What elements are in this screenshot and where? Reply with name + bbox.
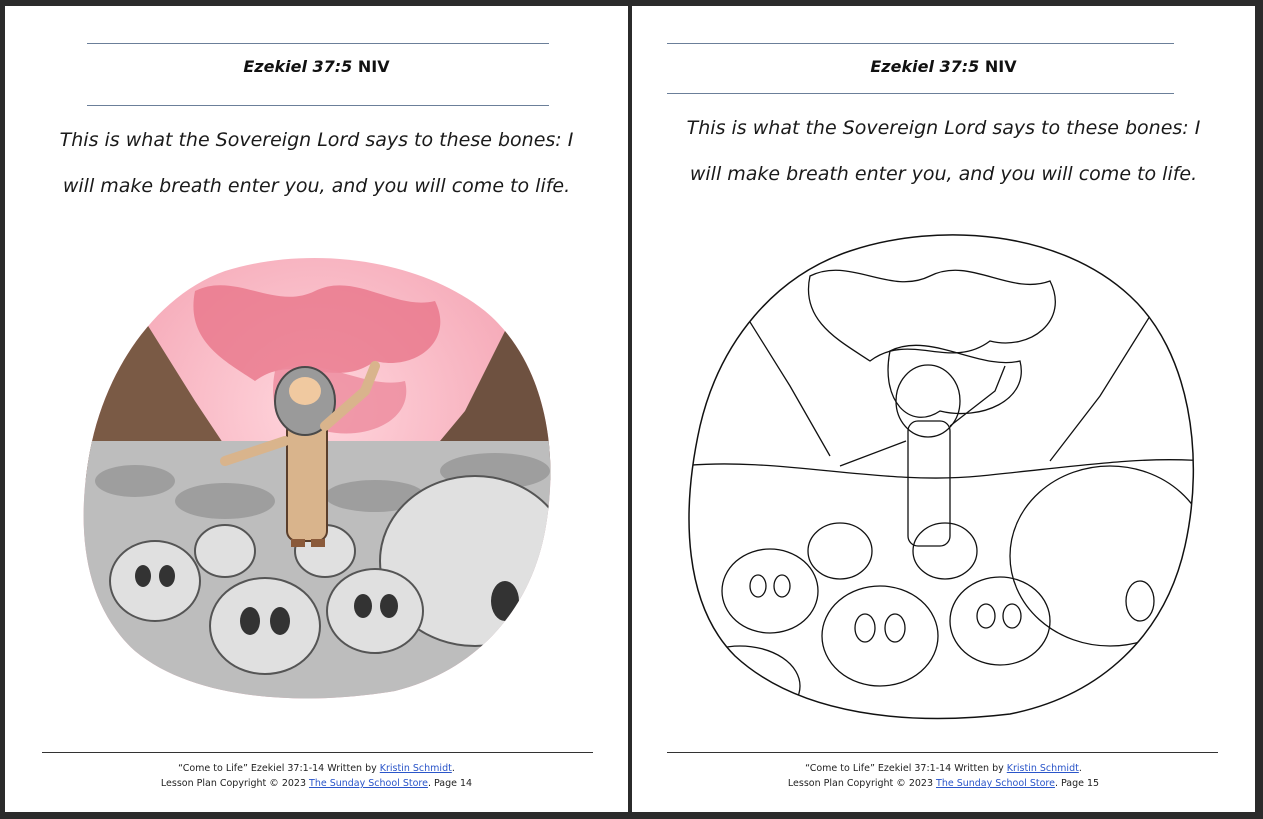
verse-line: will make breath enter you, and you will… — [689, 163, 1198, 185]
footer-credit-text: “Come to Life” Ezekiel 37:1-14 Written b… — [805, 763, 1007, 774]
store-link[interactable]: The Sunday School Store — [309, 778, 428, 789]
footer-credit-text: “Come to Life” Ezekiel 37:1-14 Written b… — [178, 763, 380, 774]
footer-rule — [667, 752, 1218, 753]
heading-top-rule — [667, 43, 1174, 44]
footer-punctuation: . — [1078, 763, 1082, 774]
verse-text: This is what the Sovereign Lord says to … — [25, 117, 608, 209]
document-page-14: Ezekiel 37:5 NIV This is what the Sovere… — [5, 6, 628, 812]
page-footer: “Come to Life” Ezekiel 37:1-14 Written b… — [632, 761, 1255, 791]
footer-copyright-text: Lesson Plan Copyright © 2023 — [787, 778, 937, 789]
footer-copyright-text: Lesson Plan Copyright © 2023 — [160, 778, 310, 789]
scripture-reference: Ezekiel 37:5 — [870, 57, 980, 76]
verse-line: will make breath enter you, and you will… — [62, 175, 571, 197]
scripture-reference-heading: Ezekiel 37:5 NIV — [5, 57, 628, 76]
heading-top-rule — [87, 43, 549, 44]
verse-line: This is what the Sovereign Lord says to … — [59, 129, 574, 151]
page-footer: “Come to Life” Ezekiel 37:1-14 Written b… — [5, 761, 628, 791]
author-link[interactable]: Kristin Schmidt — [1007, 763, 1079, 774]
heading-bottom-rule — [87, 105, 549, 106]
author-link[interactable]: Kristin Schmidt — [380, 763, 452, 774]
footer-rule — [42, 752, 593, 753]
verse-line: This is what the Sovereign Lord says to … — [686, 117, 1201, 139]
footer-punctuation: . — [451, 763, 455, 774]
document-page-15: Ezekiel 37:5 NIV This is what the Sovere… — [632, 6, 1255, 812]
ezekiel-valley-of-bones-color-illustration — [83, 258, 551, 699]
bible-version: NIV — [984, 57, 1017, 76]
scripture-reference: Ezekiel 37:5 — [243, 57, 353, 76]
store-link[interactable]: The Sunday School Store — [936, 778, 1055, 789]
verse-text: This is what the Sovereign Lord says to … — [652, 105, 1235, 197]
bible-version: NIV — [357, 57, 390, 76]
page-number: . Page 14 — [427, 778, 473, 789]
scripture-reference-heading: Ezekiel 37:5 NIV — [632, 57, 1255, 76]
page-number: . Page 15 — [1054, 778, 1100, 789]
heading-bottom-rule — [667, 93, 1174, 94]
ezekiel-valley-of-bones-coloring-page — [688, 234, 1195, 720]
